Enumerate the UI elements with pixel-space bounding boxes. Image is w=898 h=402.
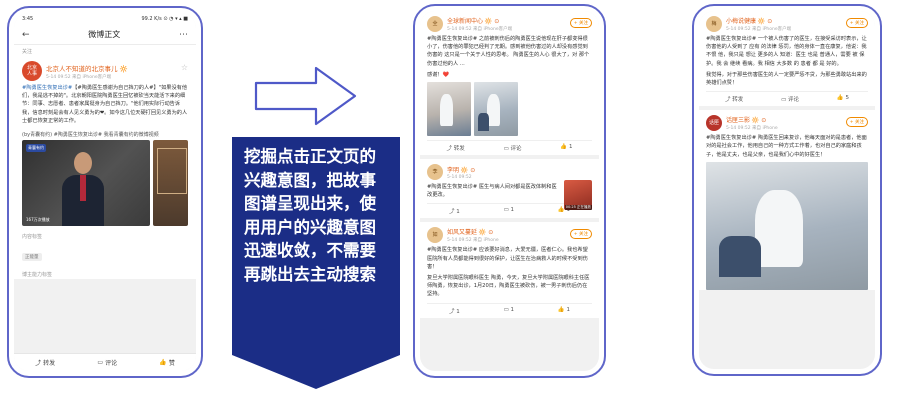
comment-button[interactable]: ▭ 评论 — [97, 358, 117, 367]
avatar[interactable]: 如 — [427, 227, 443, 244]
post-username[interactable]: 北京人不知道的北京事儿 🔆 — [46, 63, 128, 73]
card-username[interactable]: 全球新闻中心 🔆 ⊙ — [447, 16, 512, 25]
share-icon: ⤴ — [35, 360, 42, 367]
card-header: 李 李明 🔆 ⊙ 5-14 09:52 — [427, 164, 592, 181]
video-block: 青囊有约 167万次播放 — [14, 140, 196, 230]
video-play-count: 167万次播放 — [26, 217, 50, 223]
post-header: 北京 人事 北京人不知道的北京事儿 🔆 5-14 09:52 来自 iPhone客… — [22, 61, 188, 81]
comment-icon: ▭ — [97, 359, 104, 366]
page-title: 微博正文 — [88, 30, 121, 39]
card-meta: 5-14 09:52 来自 iPhone客户端 — [447, 27, 513, 32]
avatar[interactable]: 全 — [427, 16, 443, 32]
card-meta: 5-14 09:52 来自 iPhone — [726, 126, 778, 132]
card-header: 梅 小梅说健康 🔆 ⊙ 5-14 09:52 来自 iPhone客户端 + 关注 — [706, 16, 868, 32]
like-button[interactable]: 👍 赞 — [159, 358, 175, 367]
more-icon[interactable]: ⋯ — [179, 30, 188, 40]
nav-bar: ← 微博正文 ⋯ — [14, 25, 196, 45]
phone-feed-2: 梅 小梅说健康 🔆 ⊙ 5-14 09:52 来自 iPhone客户端 + 关注… — [692, 4, 882, 376]
post-meta: 5-14 09:52 来自 iPhone客户端 — [46, 74, 112, 80]
right-arrow-icon — [254, 66, 357, 126]
card-username[interactable]: 小梅说健康 🔆 ⊙ — [726, 16, 791, 25]
status-bar: 3:45 99.2 K/s ⊙ ◔ ▾ ▴ ■ — [14, 13, 196, 25]
like-button[interactable]: 👍 1 — [558, 307, 570, 315]
comment-button[interactable]: ▭ 1 — [504, 207, 514, 215]
feed-card[interactable]: 话匣 话匣三影 🔆 ⊙ 5-14 09:52 来自 iPhone + 关注 #陶… — [699, 110, 875, 290]
status-icons: 99.2 K/s ⊙ ◔ ▾ ▴ ■ — [141, 16, 188, 22]
comment-button[interactable]: ▭ 评论 — [781, 95, 799, 103]
avatar[interactable]: 李 — [427, 164, 443, 181]
blogger-tag-label: 博主能力标签 — [14, 267, 196, 280]
detail-screen: 3:45 99.2 K/s ⊙ ◔ ▾ ▴ ■ ← 微博正文 ⋯ 关注 北京 人事… — [14, 13, 196, 371]
feed-card[interactable]: 如 如风又蔓延 🔆 ⊙ 5-14 09:52 来自 iPhone + 关注 #陶… — [420, 222, 599, 318]
topic-tag[interactable]: #陶勇医生恢复出诊# — [22, 85, 72, 91]
status-time: 3:45 — [22, 16, 34, 22]
banner-text: 挖掘点击正文页的兴趣意图，把故事图谱呈现出来，使用用户的兴趣意图迅速收敛，不需要… — [244, 147, 376, 284]
follow-button[interactable]: + 关注 — [845, 18, 868, 28]
avatar[interactable]: 北京 人事 — [22, 61, 42, 81]
follow-button[interactable]: + 关注 — [569, 18, 592, 28]
card-text: #陶勇医生恢复出诊# 应该要好消息，大爱无疆，医者仁心。我也希望医院所有人员都能… — [427, 247, 588, 270]
card-text-2: 复旦大学附属医院眼科医生 陶勇，今天，复旦大学附属医院眼科主任医师陶勇，恢复出诊… — [427, 275, 590, 298]
like-button[interactable]: 👍 1 — [560, 144, 572, 152]
share-button[interactable]: ⤴ 1 — [449, 207, 460, 215]
card-username[interactable]: 李明 🔆 ⊙ — [447, 165, 475, 174]
video-side-thumbnail[interactable] — [153, 140, 188, 227]
feed-screen-1: 全 全球新闻中心 🔆 ⊙ 5-14 09:52 来自 iPhone客户端 + 关… — [420, 11, 599, 371]
card-text: #陶勇医生恢复出诊# 陶勇医生回来复诊，他每天面对的是患者，他面对的是社会工作，… — [706, 135, 867, 158]
comment-button[interactable]: ▭ 1 — [504, 307, 514, 315]
card-photo[interactable] — [474, 82, 518, 137]
main-post: 北京 人事 北京人不知道的北京事儿 🔆 5-14 09:52 来自 iPhone客… — [14, 58, 196, 130]
content-tag-label: 内容标签 — [14, 229, 196, 242]
card-photo[interactable] — [427, 82, 471, 137]
video-badge: 00:25 正在播放 — [564, 205, 592, 211]
card-meta: 5-14 09:52 来自 iPhone — [447, 238, 499, 244]
card-actions: ⤴ 转发 ▭ 评论 👍 1 — [427, 140, 592, 155]
phone-feed-1: 全 全球新闻中心 🔆 ⊙ 5-14 09:52 来自 iPhone客户端 + 关… — [413, 4, 606, 378]
favorite-star-icon[interactable]: ☆ — [181, 63, 188, 72]
follow-button[interactable]: + 关注 — [845, 117, 868, 128]
card-images — [427, 82, 592, 137]
card-caption: 感谢！❤️ — [427, 71, 450, 78]
video-player[interactable]: 青囊有约 167万次播放 — [22, 140, 151, 227]
like-button[interactable]: 👍 5 — [837, 95, 849, 103]
content-chip[interactable]: 正能量 — [22, 253, 42, 262]
share-button[interactable]: ⤴ 转发 — [446, 144, 464, 152]
card-actions: ⤴ 1 ▭ 1 👍 1 — [427, 302, 592, 318]
feed-screen-2: 梅 小梅说健康 🔆 ⊙ 5-14 09:52 来自 iPhone客户端 + 关注… — [699, 11, 875, 369]
action-bar: ⤴ 转发 ▭ 评论 👍 赞 — [14, 353, 196, 371]
feed-card[interactable]: 李 李明 🔆 ⊙ 5-14 09:52 #陶勇医生恢复出诊# 医生与病人间对都是… — [420, 159, 599, 219]
share-button[interactable]: ⤴ 转发 — [725, 95, 743, 103]
card-username[interactable]: 如风又蔓延 🔆 ⊙ — [447, 227, 499, 236]
card-meta: 5-14 09:52 — [447, 174, 472, 180]
video-logo: 青囊有约 — [26, 144, 46, 153]
back-arrow-icon[interactable]: ← — [22, 30, 30, 40]
card-text: #陶勇医生恢复出诊# 一个被人伤害了的医生，在接受采访时表示，让伤害他的人受到了… — [706, 36, 867, 67]
video-title[interactable]: (by青囊有约) #陶勇医生恢复出诊# 我看青囊有约的微博视频 — [14, 129, 196, 141]
phone-detail-page: 3:45 99.2 K/s ⊙ ◔ ▾ ▴ ■ ← 微博正文 ⋯ 关注 北京 人事… — [7, 6, 203, 378]
chip-row: 正能量 — [14, 241, 196, 268]
card-meta: 5-14 09:52 来自 iPhone客户端 — [726, 27, 792, 32]
card-text-2: 我觉得，对于那些伤害医生的人一定要严惩不贷，为那些勇敢站出来的英雄们点赞！ — [706, 71, 867, 87]
follow-section-label: 关注 — [14, 45, 196, 58]
feed-card[interactable]: 全 全球新闻中心 🔆 ⊙ 5-14 09:52 来自 iPhone客户端 + 关… — [420, 11, 599, 156]
avatar[interactable]: 话匣 — [706, 115, 722, 132]
card-header: 如 如风又蔓延 🔆 ⊙ 5-14 09:52 来自 iPhone + 关注 — [427, 227, 592, 244]
like-icon: 👍 — [159, 359, 167, 366]
card-actions: ⤴ 转发 ▭ 评论 👍 5 — [706, 91, 868, 106]
feed-card[interactable]: 梅 小梅说健康 🔆 ⊙ 5-14 09:52 来自 iPhone客户端 + 关注… — [699, 11, 875, 107]
share-button[interactable]: ⤴ 转发 — [35, 358, 55, 367]
card-photo[interactable] — [706, 161, 868, 290]
card-header: 全 全球新闻中心 🔆 ⊙ 5-14 09:52 来自 iPhone客户端 + 关… — [427, 16, 592, 32]
video-thumbnail[interactable]: 00:25 正在播放 — [564, 180, 592, 211]
comment-button[interactable]: ▭ 评论 — [504, 144, 522, 152]
card-header: 话匣 话匣三影 🔆 ⊙ 5-14 09:52 来自 iPhone + 关注 — [706, 115, 868, 132]
avatar[interactable]: 梅 — [706, 16, 722, 32]
card-text: #陶勇医生恢复出诊# 之前被刺伤后的陶勇医生说他现在肝子都变得很小了，伤害他的罪… — [427, 36, 590, 67]
video-person-figure — [62, 152, 104, 227]
card-images — [706, 161, 868, 290]
card-username[interactable]: 话匣三影 🔆 ⊙ — [726, 115, 778, 124]
share-button[interactable]: ⤴ 1 — [449, 307, 460, 315]
follow-button[interactable]: + 关注 — [569, 229, 592, 240]
post-body: #陶勇医生恢复出诊#【#陶勇医生感谢为自己挡刀的人#】"如果没有他们，我是逃不掉… — [22, 84, 188, 125]
